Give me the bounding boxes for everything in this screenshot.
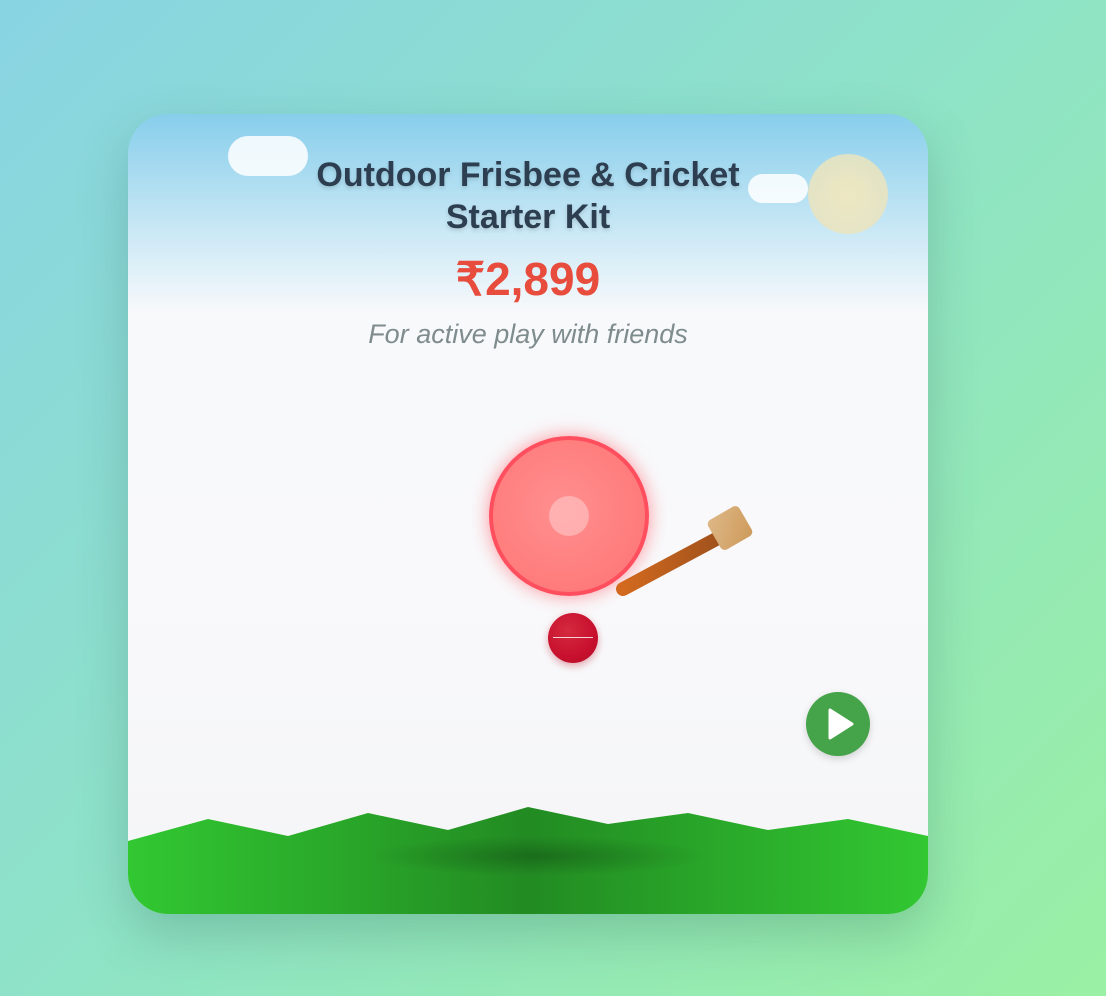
play-icon [828,708,854,740]
product-card: Outdoor Frisbee & Cricket Starter Kit ₹2… [128,114,928,914]
product-title: Outdoor Frisbee & Cricket Starter Kit [128,154,928,238]
product-title-line-2: Starter Kit [445,198,611,236]
product-title-line-1: Outdoor Frisbee & Cricket [316,156,740,194]
frisbee-center [549,496,589,536]
cricket-ball-icon [548,613,598,663]
product-tagline: For active play with friends [368,319,688,349]
ball-seam [553,637,593,638]
grass-ground [128,807,928,914]
play-button[interactable] [806,692,870,756]
product-price: ₹2,899 [455,253,601,305]
cricket-bat-icon [616,506,753,596]
